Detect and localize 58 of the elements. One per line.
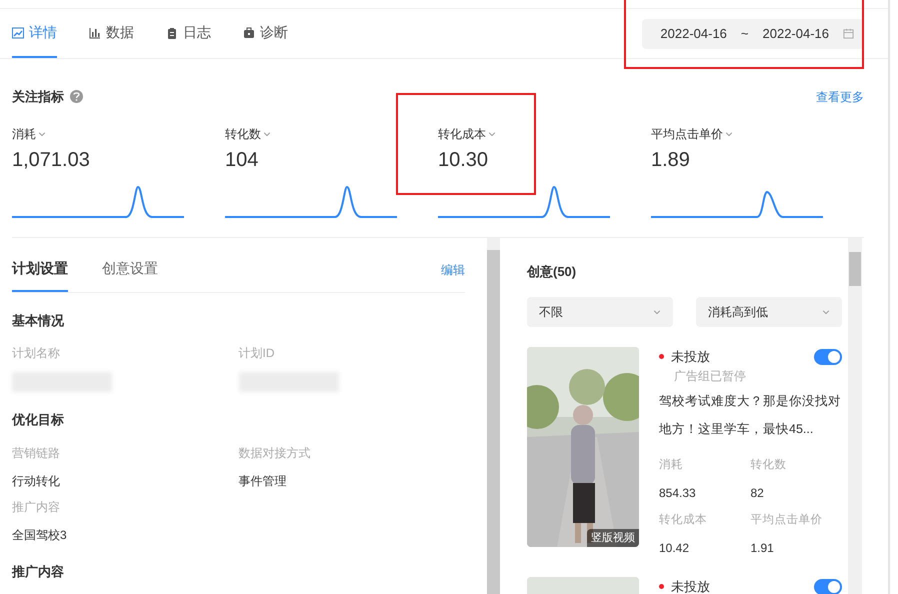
chevron-down-icon <box>488 130 496 138</box>
field-label: 数据对接方式 <box>238 444 312 462</box>
status-text: 未投放 <box>671 348 710 366</box>
tab[interactable]: 创意设置 <box>102 248 158 292</box>
section-title: 基本情况 <box>12 312 65 330</box>
section-title: 优化目标 <box>12 411 65 429</box>
field-value: 行动转化 <box>12 472 61 490</box>
metric-value: 1,071.03 <box>12 148 91 172</box>
field-label: 推广内容 <box>12 498 61 516</box>
date-range-picker[interactable]: 2022-04-16 ~ 2022-04-16 <box>642 18 864 48</box>
stat-label: 转化成本 <box>659 512 708 528</box>
metric-value: 10.30 <box>438 148 490 172</box>
scrollbar[interactable] <box>848 238 862 594</box>
chevron-down-icon <box>653 308 661 316</box>
metric-label[interactable]: 平均点击单价 <box>651 124 723 142</box>
section-title: 推广内容 <box>12 562 65 580</box>
metric-value: 104 <box>225 148 260 172</box>
calendar-icon <box>843 28 854 39</box>
status-text: 未投放 <box>671 578 710 594</box>
field-value: 事件管理 <box>238 472 288 490</box>
line-chart-icon <box>12 26 24 38</box>
toggle-switch[interactable] <box>814 578 842 594</box>
filter-dropdown[interactable]: 不限 <box>527 297 673 327</box>
clipboard-icon <box>166 26 178 38</box>
tab[interactable]: 日志 <box>166 9 211 58</box>
chevron-down-icon <box>38 130 46 138</box>
stat-label: 平均点击单价 <box>750 512 824 528</box>
substatus-text: 广告组已暂停 <box>673 368 747 384</box>
chevron-down-icon <box>822 308 830 316</box>
field-value: 全国驾校3 <box>12 526 68 544</box>
stat-value: 1.91 <box>750 540 775 557</box>
metric-label[interactable]: 转化数 <box>225 124 261 142</box>
scrollbar[interactable] <box>487 238 500 594</box>
metric-label[interactable]: 转化成本 <box>438 124 486 142</box>
toggle-switch[interactable] <box>814 348 842 365</box>
panel-title: 创意(50) <box>527 262 578 281</box>
chevron-down-icon <box>725 130 733 138</box>
stat-value: 82 <box>750 484 765 502</box>
field-label: 计划名称 <box>12 345 61 362</box>
tab[interactable]: 诊断 <box>243 9 288 58</box>
briefcase-icon <box>243 26 255 38</box>
metric-value: 1.89 <box>651 148 691 172</box>
filter-dropdown[interactable]: 消耗高到低 <box>696 297 842 327</box>
stat-label: 消耗 <box>659 458 684 472</box>
tab[interactable]: 计划设置 <box>12 248 68 292</box>
ad-copy: 驾校考试难度大？那是你没找对地方！这里学车，最快45... <box>659 392 842 438</box>
field-label: 计划ID <box>238 345 276 362</box>
tab[interactable]: 数据 <box>89 9 134 58</box>
stat-value: 10.42 <box>659 540 690 557</box>
stat-label: 转化数 <box>750 458 788 472</box>
help-icon <box>70 90 83 104</box>
field-label: 营销链路 <box>12 444 61 462</box>
section-title: 关注指标 <box>12 88 64 106</box>
stat-value: 854.33 <box>659 484 697 502</box>
video-type-badge: 竖版视频 <box>587 528 639 547</box>
chevron-down-icon <box>263 130 271 138</box>
metric-label[interactable]: 消耗 <box>12 124 36 142</box>
bar-chart-icon <box>89 26 101 38</box>
